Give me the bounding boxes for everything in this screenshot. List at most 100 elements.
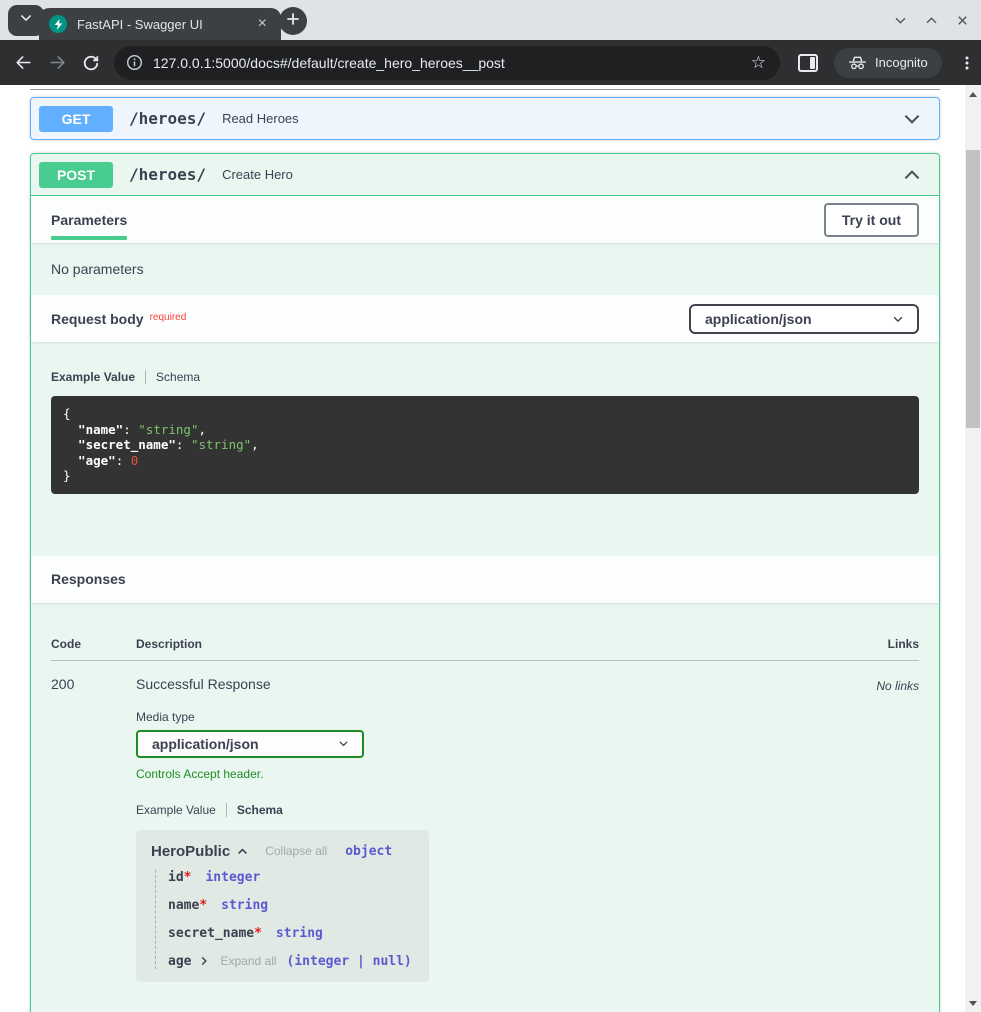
media-type-label: Media type — [136, 710, 839, 724]
request-body-header: Request body required application/json — [31, 295, 939, 342]
required-star: * — [254, 926, 262, 941]
property-type: string — [276, 926, 323, 941]
expand-all-link[interactable]: Expand all — [220, 954, 276, 968]
chevron-down-icon — [19, 11, 33, 30]
window-minimize-icon[interactable] — [889, 9, 911, 31]
incognito-badge: Incognito — [834, 48, 942, 78]
property-name: id — [168, 870, 184, 885]
col-description: Description — [136, 637, 839, 651]
active-tab-underline — [51, 236, 127, 240]
responses-table: Code Description Links 200 Successful Re… — [31, 603, 939, 1012]
parameters-title: Parameters — [51, 212, 127, 228]
page-scrollbar[interactable] — [965, 85, 981, 1012]
get-method-badge: GET — [39, 106, 113, 132]
expand-chevron-down-icon[interactable] — [901, 108, 923, 130]
property-row-id: id* integer — [168, 870, 414, 885]
tab-divider — [145, 370, 146, 384]
bookmark-star-icon[interactable]: ☆ — [749, 53, 768, 73]
property-expand-chevron-icon[interactable] — [198, 955, 210, 967]
plus-icon — [286, 12, 300, 31]
response-row-422: 422 Validation Error No links — [51, 994, 919, 1012]
tag-section-divider — [30, 89, 940, 90]
property-name: secret_name — [168, 926, 254, 941]
model-schema-box: HeroPublic Collapse all object id* — [136, 830, 429, 982]
side-panel-icon — [810, 57, 815, 69]
opblock-summary-get[interactable]: GET /heroes/ Read Heroes — [31, 98, 939, 139]
reload-icon — [82, 54, 100, 72]
opblock-get-heroes: GET /heroes/ Read Heroes — [30, 97, 940, 140]
scrollbar-up-arrow[interactable] — [965, 87, 981, 101]
tab-schema[interactable]: Schema — [237, 803, 283, 817]
property-name: name — [168, 898, 199, 913]
request-body-section: Example Value Schema { "name": "string",… — [31, 342, 939, 556]
responses-table-header: Code Description Links — [51, 637, 919, 661]
forward-button[interactable] — [40, 46, 74, 80]
opblock-post-heroes: POST /heroes/ Create Hero Parameters Try… — [30, 153, 940, 1012]
model-toggle[interactable]: HeroPublic — [151, 843, 249, 860]
reload-button[interactable] — [74, 46, 108, 80]
collapse-chevron-up-icon[interactable] — [901, 164, 923, 186]
get-path: /heroes/ — [129, 109, 206, 128]
response-code-200: 200 — [51, 676, 136, 982]
back-button[interactable] — [6, 46, 40, 80]
model-name: HeroPublic — [151, 843, 230, 860]
property-row-secret-name: secret_name* string — [168, 926, 414, 941]
fastapi-favicon-icon — [49, 15, 67, 33]
scrollbar-down-arrow[interactable] — [965, 996, 981, 1010]
response-media-type-value: application/json — [152, 736, 259, 752]
parameters-tab: Parameters — [51, 200, 127, 240]
property-row-name: name* string — [168, 898, 414, 913]
model-type: object — [345, 844, 392, 859]
model-collapse-chevron-icon — [236, 845, 249, 858]
url-text: 127.0.0.1:5000/docs#/default/create_hero… — [153, 55, 749, 71]
scrollbar-thumb[interactable] — [966, 150, 980, 428]
select-chevron-icon — [891, 312, 905, 326]
request-body-example-code: { "name": "string","secret_name": "strin… — [51, 396, 919, 494]
browser-toolbar: 127.0.0.1:5000/docs#/default/create_hero… — [0, 40, 981, 85]
collapse-all-link[interactable]: Collapse all — [265, 844, 327, 858]
request-media-type-value: application/json — [705, 311, 812, 327]
window-maximize-icon[interactable] — [920, 9, 942, 31]
no-parameters-text: No parameters — [31, 243, 939, 295]
required-star: * — [184, 870, 192, 885]
browser-menu-button[interactable] — [954, 48, 981, 78]
tab-schema[interactable]: Schema — [156, 370, 200, 384]
tab-example-value[interactable]: Example Value — [136, 803, 216, 817]
side-panel-button[interactable] — [798, 54, 818, 72]
col-links: Links — [839, 637, 919, 651]
get-summary-text: Read Heroes — [222, 111, 299, 126]
property-type: integer — [205, 870, 260, 885]
response-row-200: 200 Successful Response Media type appli… — [51, 661, 919, 982]
new-tab-button[interactable] — [279, 7, 307, 35]
browser-tab-strip: FastAPI - Swagger UI × — [0, 0, 981, 40]
forward-arrow-icon — [48, 53, 67, 72]
opblock-summary-post[interactable]: POST /heroes/ Create Hero — [31, 154, 939, 196]
kebab-menu-icon — [959, 55, 975, 71]
response-200-description: Successful Response — [136, 676, 839, 692]
property-name: age — [168, 954, 191, 969]
tab-title: FastAPI - Swagger UI — [77, 17, 254, 32]
request-body-media-type-select[interactable]: application/json — [689, 304, 919, 334]
response-200-links: No links — [839, 676, 919, 982]
address-bar[interactable]: 127.0.0.1:5000/docs#/default/create_hero… — [114, 46, 780, 80]
response-media-type-select[interactable]: application/json — [136, 730, 364, 758]
parameters-header: Parameters Try it out — [31, 196, 939, 243]
swagger-page: GET /heroes/ Read Heroes POST /heroes/ C… — [0, 85, 965, 1012]
tab-divider — [226, 803, 227, 817]
window-controls — [889, 9, 973, 31]
site-info-icon[interactable] — [126, 54, 143, 71]
browser-tab-fastapi[interactable]: FastAPI - Swagger UI × — [39, 8, 281, 40]
post-path: /heroes/ — [129, 165, 206, 184]
property-type: (integer | null) — [287, 954, 412, 969]
try-it-out-button[interactable]: Try it out — [824, 203, 919, 237]
back-arrow-icon — [14, 53, 33, 72]
response-200-tabs: Example Value Schema — [136, 803, 839, 817]
window-close-icon[interactable] — [951, 9, 973, 31]
responses-header: Responses — [31, 556, 939, 603]
browser-window: FastAPI - Swagger UI × 127.0.0.1:5000/do… — [0, 0, 981, 1012]
tab-example-value[interactable]: Example Value — [51, 370, 135, 384]
incognito-icon — [848, 54, 867, 71]
post-summary-text: Create Hero — [222, 167, 293, 182]
tab-close-icon[interactable]: × — [254, 16, 271, 32]
model-properties: id* integer name* string secret_name* — [155, 870, 414, 969]
